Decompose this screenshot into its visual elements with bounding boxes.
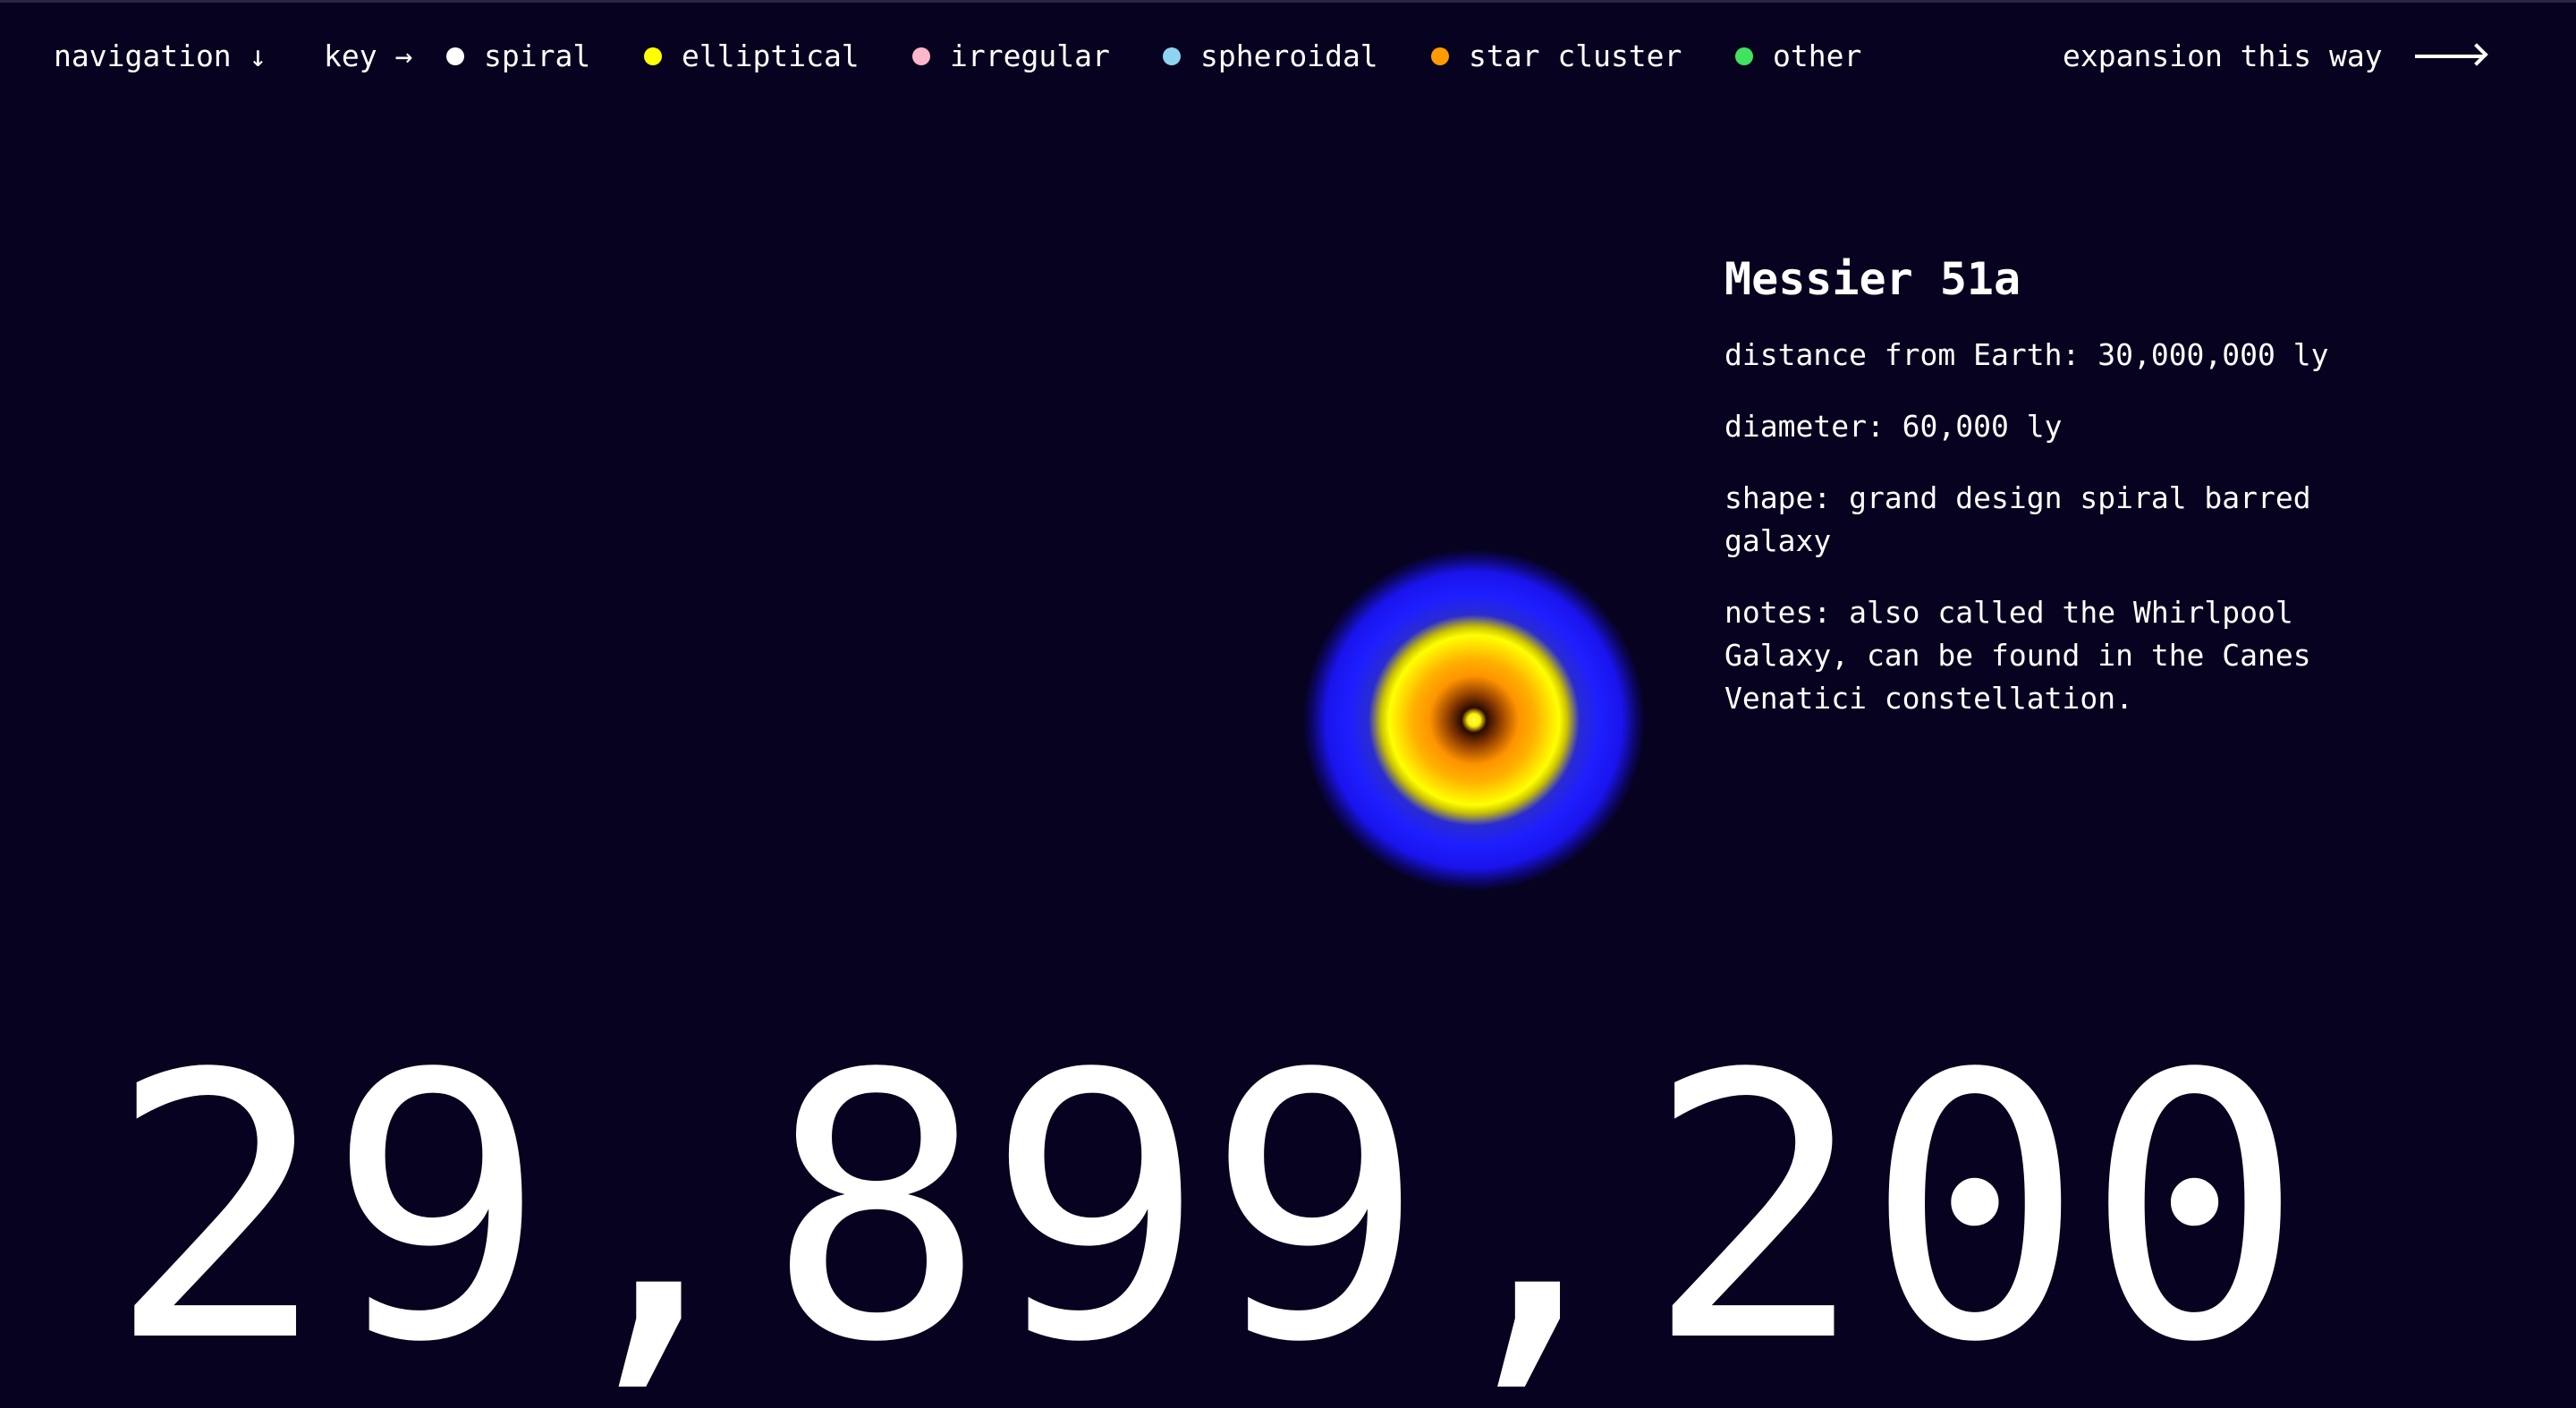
elliptical-dot-icon <box>644 47 662 65</box>
spiral-galaxy-icon[interactable] <box>1304 550 1644 890</box>
legend-label: elliptical <box>682 38 860 73</box>
spheroidal-dot-icon <box>1163 47 1181 65</box>
object-shape: shape: grand design spiral barred galaxy <box>1724 480 2311 558</box>
spiral-dot-icon <box>446 47 464 65</box>
arrow-right-icon <box>2414 55 2483 58</box>
star-cluster-dot-icon <box>1431 47 1449 65</box>
legend-label: star cluster <box>1469 38 1682 73</box>
top-bar: navigation ↓ key → spiral elliptical irr… <box>0 3 2576 110</box>
legend-label: irregular <box>950 38 1110 73</box>
legend-label: spiral <box>484 38 591 73</box>
legend-item-elliptical: elliptical <box>644 35 860 78</box>
page: navigation ↓ key → spiral elliptical irr… <box>0 0 2576 1408</box>
legend-item-other: other <box>1735 35 1861 78</box>
other-dot-icon <box>1735 47 1753 65</box>
object-diameter: diameter: 60,000 ly <box>1724 409 2063 444</box>
expansion-hint: expansion this way <box>2063 35 2483 78</box>
legend-item-irregular: irregular <box>912 35 1110 78</box>
key-label: key → <box>324 38 413 73</box>
object-info-panel: Messier 51a distance from Earth: 30,000,… <box>1724 248 2386 749</box>
legend-label: other <box>1773 38 1862 73</box>
distance-counter: 29,899,200 <box>107 997 2305 1408</box>
expansion-label: expansion this way <box>2063 38 2383 73</box>
irregular-dot-icon <box>912 47 930 65</box>
object-distance: distance from Earth: 30,000,000 ly <box>1724 337 2329 372</box>
legend-item-spheroidal: spheroidal <box>1163 35 1378 78</box>
legend-label: spheroidal <box>1200 38 1378 73</box>
legend-item-spiral: spiral <box>446 35 590 78</box>
object-title: Messier 51a <box>1724 253 2021 305</box>
object-notes: notes: also called the Whirlpool Galaxy,… <box>1724 595 2311 716</box>
legend-item-star-cluster: star cluster <box>1431 35 1682 78</box>
navigation-button[interactable]: navigation ↓ <box>54 35 267 78</box>
